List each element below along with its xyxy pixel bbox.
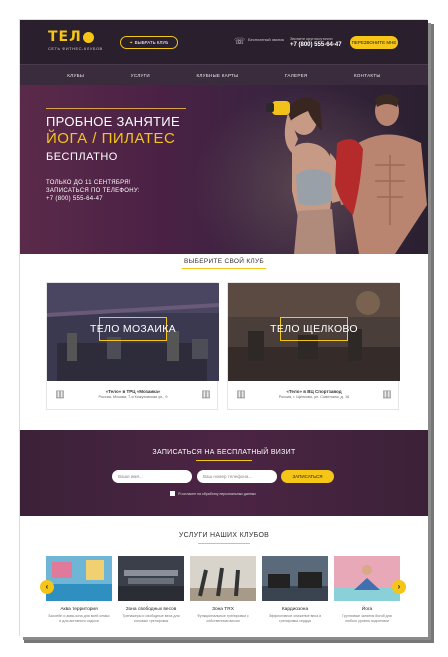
frame-shadow-bottom [24,637,434,643]
free-call-text: Бесплатный звонок [248,37,285,42]
landing-page: ТЕЛ СЕТЬ ФИТНЕС-КЛУБОВ ⌖ ВЫБРАТЬ КЛУБ ☏ … [20,20,428,637]
signup-title: ЗАПИСАТЬСЯ НА БЕСПЛАТНЫЙ ВИЗИТ [152,449,296,456]
services-section-title: УСЛУГИ НАШИХ КЛУБОВ [178,532,270,539]
club-footer-mozaika: ▥ «Тело» в ТРЦ «Мозаика» Россия, Москва,… [47,381,219,411]
service-card-cardio[interactable]: Кардиозона Эффективное снижение веса и т… [262,556,328,637]
nav-item-services[interactable]: УСЛУГИ [131,73,150,78]
service-card-trx[interactable]: Зона TRX Функциональные тренировки с соб… [190,556,256,637]
signup-section: ЗАПИСАТЬСЯ НА БЕСПЛАТНЫЙ ВИЗИТ Ваше имя.… [20,430,428,516]
hero-title-line2: ЙОГА / ПИЛАТЕС [46,130,176,147]
club-street-mozaika: Россия, Москва, 7-я Кожуховская ул., 9 [98,394,168,399]
service-desc-cardio: Эффективное снижение веса и тренировка с… [268,614,322,623]
service-desc-trx: Функциональные тренировки с собственным … [197,614,249,623]
club-street-shchelkovo: Россия, г. Щелково, ул. Советская, д. 16 [278,394,350,399]
athlete-man-image [335,94,427,254]
main-nav: КЛУБЫ УСЛУГИ КЛУБНЫЕ КАРТЫ ГАЛЕРЕЯ КОНТА… [20,64,428,85]
logo-subtitle: СЕТЬ ФИТНЕС-КЛУБОВ [48,46,103,51]
consent-checkbox[interactable] [170,491,175,496]
service-name-free-weights: Зона свободных весов [125,607,177,612]
service-card-aqua[interactable]: Аква территория Бассейн и аква-зона для … [46,556,112,637]
club-address-shchelkovo: «Тело» в ВЦ Спортзавод Россия, г. Щелков… [250,389,378,400]
callback-button[interactable]: ПЕРЕЗВОНИТЕ МНЕ [350,36,398,49]
consent-row: Я согласен на обработку персональных дан… [170,491,256,496]
nav-item-gallery[interactable]: ГАЛЕРЕЯ [285,73,308,78]
service-photo-free-weights [118,556,184,601]
club-footer-shchelkovo: ▥ «Тело» в ВЦ Спортзавод Россия, г. Щелк… [228,381,400,411]
clubs-section-title: ВЫБЕРИТЕ СВОЙ КЛУБ [183,258,264,265]
carousel-prev-icon[interactable]: ‹ [40,580,54,594]
nav-item-club-cards[interactable]: КЛУБНЫЕ КАРТЫ [196,73,238,78]
screenshot-frame: ТЕЛ СЕТЬ ФИТНЕС-КЛУБОВ ⌖ ВЫБРАТЬ КЛУБ ☏ … [0,0,448,657]
hero-title-line1: ПРОБНОЕ ЗАНЯТИЕ [46,114,180,129]
service-name-trx: Зона TRX [212,607,234,612]
club-photo-shchelkovo: ТЕЛО ЩЕЛКОВО [228,283,400,381]
service-photo-trx [190,556,256,601]
phone-icon: ☏ [234,36,246,46]
nav-item-clubs[interactable]: КЛУБЫ [67,73,84,78]
building-icon: ▥ [382,389,392,400]
service-desc-aqua: Бассейн и аква-зона для всей семьи и для… [48,614,110,623]
clubs-title-underline [182,268,266,269]
services-title-underline [198,543,250,544]
hero-title-line3: БЕСПЛАТНО [46,151,118,163]
logo-mark: ТЕЛ [48,30,94,44]
service-name-aqua: Аква территория [60,607,98,612]
service-desc-free-weights: Тренажеры и свободные веса для силовых т… [122,614,180,623]
club-card-shchelkovo[interactable]: ТЕЛО ЩЕЛКОВО ▥ «Тело» в ВЦ Спортзавод Ро… [227,282,400,411]
service-card-free-weights[interactable]: Зона свободных весов Тренажеры и свободн… [118,556,184,637]
map-pin-icon: ⌖ [129,39,133,46]
building-icon: ▥ [236,389,246,400]
building-icon: ▥ [55,389,65,400]
signup-submit-button[interactable]: ЗАПИСАТЬСЯ [281,470,334,483]
service-photo-aqua [46,556,112,601]
logo[interactable]: ТЕЛ СЕТЬ ФИТНЕС-КЛУБОВ [48,30,103,51]
nav-item-contacts[interactable]: КОНТАКТЫ [354,73,381,78]
service-card-yoga[interactable]: Йога Групповые занятия йогой для любого … [334,556,400,637]
choose-club-button[interactable]: ⌖ ВЫБРАТЬ КЛУБ [120,36,178,49]
signup-title-underline [196,460,252,461]
hero-info-phone[interactable]: +7 (800) 555-64-47 [46,195,140,203]
site-header: ТЕЛ СЕТЬ ФИТНЕС-КЛУБОВ ⌖ ВЫБРАТЬ КЛУБ ☏ … [20,20,428,64]
hero-info-call: ЗАПИСАТЬСЯ ПО ТЕЛЕФОНУ: [46,188,140,194]
phone-input[interactable]: Ваш номер телефона... [197,470,277,483]
club-photo-mozaika: ТЕЛО МОЗАИКА [47,283,219,381]
service-desc-yoga: Групповые занятия йогой для любого уровн… [342,614,392,623]
hero-accent-line [46,108,186,109]
hero-banner: ПРОБНОЕ ЗАНЯТИЕ ЙОГА / ПИЛАТЕС БЕСПЛАТНО… [20,85,428,254]
service-photo-cardio [262,556,328,601]
name-input[interactable]: Ваше имя... [112,470,192,483]
service-name-cardio: Кардиозона [281,607,309,612]
club-address-mozaika: «Тело» в ТРЦ «Мозаика» Россия, Москва, 7… [69,389,197,400]
service-name-yoga: Йога [361,607,373,612]
service-photo-yoga [334,556,400,601]
club-name-shchelkovo: ТЕЛО ЩЕЛКОВО [270,323,358,335]
consent-label: Я согласен на обработку персональных дан… [178,491,257,496]
phone-block: Звоните круглосуточно +7 (800) 555-64-47 [290,36,342,48]
club-name-mozaika: ТЕЛО МОЗАИКА [90,323,176,335]
choose-club-label: ВЫБРАТЬ КЛУБ [134,40,169,45]
phone-number[interactable]: +7 (800) 555-64-47 [290,42,342,48]
carousel-next-icon[interactable]: › [392,580,406,594]
building-icon: ▥ [201,389,211,400]
frame-shadow-right [428,24,434,641]
hero-info: ТОЛЬКО ДО 11 СЕНТЯБРЯ! ЗАПИСАТЬСЯ ПО ТЕЛ… [46,179,140,203]
logo-o-icon [82,31,94,43]
club-card-mozaika[interactable]: ТЕЛО МОЗАИКА ▥ «Тело» в ТРЦ «Мозаика» Ро… [46,282,219,411]
hero-info-deadline: ТОЛЬКО ДО 11 СЕНТЯБРЯ! [46,180,131,186]
logo-text: ТЕЛ [48,29,82,45]
